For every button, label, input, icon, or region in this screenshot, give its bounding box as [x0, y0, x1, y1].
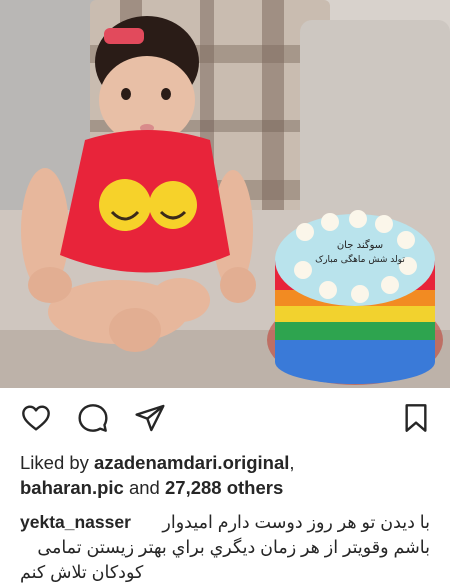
caption-text-line2: باشم وقویتر از هر زمان دیگري براي بهتر ز… — [37, 537, 430, 557]
send-icon — [135, 404, 165, 432]
heart-icon — [22, 405, 50, 431]
liker-username-2[interactable]: baharan.pic — [20, 477, 124, 498]
rainbow-cake: سوگند جان تولد شش ماهگی مبارک — [267, 210, 443, 385]
cake-text-line2: تولد شش ماهگی مبارک — [315, 253, 405, 265]
cake-text-line1: سوگند جان — [337, 239, 383, 251]
likes-summary: Liked by azadenamdari.original, baharan.p… — [20, 450, 430, 500]
photo-illustration: سوگند جان تولد شش ماهگی مبارک — [0, 0, 450, 388]
likes-separator: , — [289, 452, 295, 473]
comment-icon — [78, 404, 108, 432]
action-bar — [0, 396, 450, 440]
likes-count[interactable]: 27,288 others — [165, 477, 283, 498]
caption-text-line3: کودکان تلاش کنم — [20, 562, 144, 582]
caption-username[interactable]: yekta_nasser — [20, 510, 131, 535]
save-button[interactable] — [398, 400, 434, 436]
caption-first-line: yekta_nasser با دیدن تو هر روز دوست دارم… — [20, 510, 430, 535]
share-button[interactable] — [132, 400, 168, 436]
bookmark-icon — [405, 404, 427, 432]
liker-username-1[interactable]: azadenamdari.original — [94, 452, 289, 473]
like-button[interactable] — [18, 400, 54, 436]
comment-button[interactable] — [75, 400, 111, 436]
caption-text-line1: با دیدن تو هر روز دوست دارم امیدوار — [162, 512, 430, 532]
post-photo[interactable]: سوگند جان تولد شش ماهگی مبارک — [0, 0, 450, 388]
post-caption: yekta_nasser با دیدن تو هر روز دوست دارم… — [20, 510, 430, 585]
likes-prefix: Liked by — [20, 452, 95, 473]
likes-and: and — [123, 477, 165, 498]
instagram-post: سوگند جان تولد شش ماهگی مبارک Liked by a… — [0, 0, 450, 584]
